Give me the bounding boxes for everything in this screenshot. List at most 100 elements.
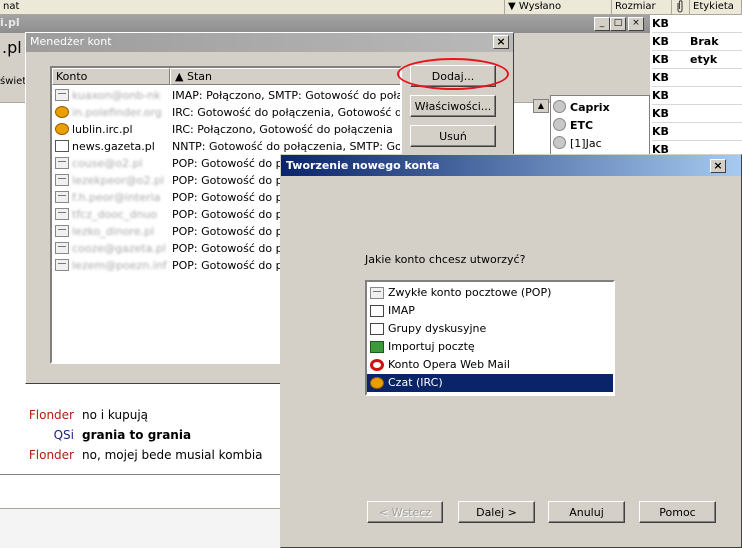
user-item[interactable]: ETC [553,117,593,134]
maximize-button[interactable]: □ [610,17,626,31]
irc-account-icon [55,123,69,135]
chat-status-area [0,508,280,548]
chat-nick[interactable]: QSi [0,425,82,445]
back-button[interactable]: < Wstecz [367,501,443,523]
chat-text: grania to grania [82,428,192,442]
account-type-label: Grupy dyskusyjne [388,322,487,335]
account-name: cooze@gazeta.pl [72,242,166,255]
account-name: kuaxon@onb-nk [72,89,161,102]
account-name: lezko_dinore.pl [72,225,155,238]
account-type-list[interactable]: Zwykłe konto pocztowe (POP) IMAP Grupy dys… [365,280,615,396]
scroll-up-arrow-icon[interactable]: ▲ [533,99,549,113]
account-status: IRC: Gotowość do połączenia, Gotowość do… [172,106,402,119]
size-value: KB [652,53,669,66]
account-name: news.gazeta.pl [72,140,155,153]
imap-icon [370,305,384,317]
user-icon [553,118,566,131]
window-close-button[interactable]: × [628,17,644,31]
chat-input[interactable] [0,474,280,508]
account-type-option[interactable]: Konto Opera Web Mail [367,356,613,374]
size-cell: KB [652,51,742,69]
account-row[interactable]: lublin.irc.pl IRC: Połączono, Gotowość do… [52,121,400,138]
user-item[interactable]: [1]Jac [553,135,602,152]
account-name: couse@o2.pl [72,157,143,170]
mail-account-icon [55,157,69,169]
mail-account-icon [55,89,69,101]
size-value: KB [652,125,669,138]
chat-message: Flonder no, mojej bede musial kombia [0,445,280,465]
account-type-option[interactable]: Grupy dyskusyjne [367,320,613,338]
mail-account-icon [55,259,69,271]
toolbar-title-fragment: .pl [2,38,22,57]
irc-chat-icon [370,377,384,389]
size-value: KB [652,71,669,84]
size-cell: KB Brak etyk [652,33,742,66]
cancel-button[interactable]: Anuluj [548,501,625,523]
account-manager-title: Menedżer kont [30,35,112,48]
chat-nick[interactable]: Flonder [0,405,82,425]
user-icon [553,136,566,149]
size-value: KB [652,17,669,30]
account-type-label: Importuj pocztę [388,340,475,353]
column-header-sent[interactable]: ▼ Wysłano [505,0,612,15]
account-name: in.polefinder.org [72,106,162,119]
user-icon [553,100,566,113]
account-type-option[interactable]: Importuj pocztę [367,338,613,356]
mail-account-icon [55,208,69,220]
irc-account-icon [55,106,69,118]
next-button[interactable]: Dalej > [458,501,535,523]
account-row[interactable]: news.gazeta.pl NNTP: Gotowość do połączen… [52,138,402,155]
account-name: lublin.irc.pl [72,123,133,136]
chat-message: Flonder no i kupują [0,405,280,425]
properties-button[interactable]: Właściwości... [410,95,496,117]
close-icon[interactable]: × [493,35,509,49]
chat-nick[interactable]: Flonder [0,445,82,465]
mail-window-title: i.pl [0,16,20,29]
chat-user-list[interactable]: ▲ Caprix ETC [1]Jac [533,95,650,155]
minimize-button[interactable]: _ [594,17,610,31]
account-type-label: Czat (IRC) [388,376,443,389]
column-header-size[interactable]: Rozmiar [612,0,672,15]
opera-icon [370,359,384,371]
user-item[interactable]: Caprix [553,99,610,116]
account-status: IRC: Połączono, Gotowość do połączenia [172,123,393,136]
mail-account-icon [55,242,69,254]
account-status: NNTP: Gotowość do połączenia, SMTP: Goto… [172,140,402,153]
account-name: f.h.peor@interia [72,191,161,204]
account-type-label: Konto Opera Web Mail [388,358,510,371]
size-value: KB [652,35,669,48]
account-type-option[interactable]: Zwykłe konto pocztowe (POP) [367,284,613,302]
column-header-label[interactable]: Etykieta [690,0,742,15]
size-cell: KB [652,105,742,123]
account-status: IMAP: Połączono, SMTP: Gotowość do połąc… [172,89,402,102]
column-header-name[interactable]: nat [0,0,505,15]
size-value: KB [652,107,669,120]
paperclip-icon [677,0,683,13]
attachment-column-icon[interactable] [672,0,690,15]
remove-account-button[interactable]: Usuń [410,125,496,147]
account-name: lezekpeor@o2.pl [72,174,165,187]
column-header-status[interactable]: ▲ Stan [170,68,400,85]
account-name: tfcz_dooc_dnuo [72,208,158,221]
account-row[interactable]: kuaxon@onb-nk IMAP: Połączono, SMTP: Goto… [52,87,402,104]
chat-text: no, mojej bede musial kombia [82,448,263,462]
close-icon[interactable]: × [710,159,726,173]
column-header-account[interactable]: Konto [52,68,170,85]
mail-account-icon [370,287,384,299]
news-account-icon [55,140,69,152]
size-cell: KB [652,69,742,87]
help-button[interactable]: Pomoc [639,501,716,523]
account-row[interactable]: in.polefinder.org IRC: Gotowość do połącz… [52,104,402,121]
mail-account-icon [55,191,69,203]
account-type-option[interactable]: Czat (IRC) [367,374,613,392]
chat-text: no i kupują [82,408,149,422]
mail-account-icon [55,174,69,186]
newsgroups-icon [370,323,384,335]
mail-window-titlebar [0,15,650,33]
size-cell: KB [652,15,742,33]
account-type-label: Zwykłe konto pocztowe (POP) [388,286,552,299]
account-type-option[interactable]: IMAP [367,302,613,320]
size-value: KB [652,89,669,102]
account-type-label: IMAP [388,304,415,317]
mail-account-icon [55,225,69,237]
